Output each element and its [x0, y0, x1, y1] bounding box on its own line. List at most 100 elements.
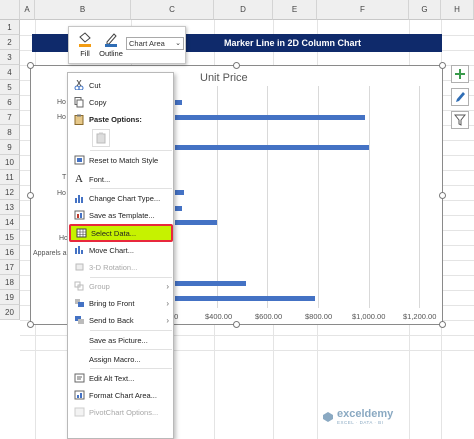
- move-chart-icon: [69, 242, 89, 258]
- bar[interactable]: [175, 220, 217, 225]
- menu-item-reset-style[interactable]: Reset to Match Style: [69, 152, 173, 168]
- x-tick-label: $1,200.00: [403, 312, 437, 321]
- chart-filters-button[interactable]: [451, 111, 469, 129]
- bar[interactable]: [175, 296, 315, 301]
- column-header-g[interactable]: G: [409, 0, 441, 20]
- alt-text-icon: [69, 370, 89, 386]
- menu-item-3d-rotation: 3-D Rotation...: [69, 259, 173, 275]
- x-tick-label: $600.00: [255, 312, 283, 321]
- filter-icon: [454, 114, 466, 126]
- column-header-f[interactable]: F: [317, 0, 409, 20]
- menu-item-save-picture[interactable]: Save as Picture...: [69, 332, 173, 348]
- menu-item-assign-macro[interactable]: Assign Macro...: [69, 351, 173, 367]
- column-header-b[interactable]: B: [35, 0, 131, 20]
- chart-title[interactable]: Unit Price: [200, 72, 248, 84]
- menu-item-move-chart[interactable]: Move Chart...: [69, 242, 173, 258]
- row-header[interactable]: 9: [0, 140, 20, 155]
- row-header[interactable]: 7: [0, 110, 20, 125]
- exceldemy-watermark: exceldemy EXCEL · DATA · BI: [322, 408, 393, 425]
- chevron-down-icon: ⌄: [175, 40, 181, 47]
- row-header[interactable]: 14: [0, 215, 20, 230]
- menu-item-font[interactable]: A Font...: [69, 171, 173, 187]
- row-header[interactable]: 11: [0, 170, 20, 185]
- x-tick-label: $800.00: [305, 312, 333, 321]
- resize-handle[interactable]: [233, 62, 240, 69]
- resize-handle[interactable]: [27, 192, 34, 199]
- row-header[interactable]: 18: [0, 275, 20, 290]
- bar[interactable]: [175, 100, 182, 105]
- row-header[interactable]: 3: [0, 50, 20, 65]
- resize-handle[interactable]: [233, 321, 240, 328]
- paste-button[interactable]: [92, 129, 110, 147]
- row-header[interactable]: 4: [0, 65, 20, 80]
- chart-element-dropdown[interactable]: Chart Area ⌄: [126, 37, 184, 50]
- pivotchart-icon: [69, 404, 89, 420]
- bar[interactable]: [175, 145, 369, 150]
- pen-icon: [105, 33, 117, 47]
- menu-item-change-chart-type[interactable]: Change Chart Type...: [69, 190, 173, 206]
- outline-label: Outline: [99, 49, 123, 58]
- y-category-label: Ho: [57, 190, 66, 197]
- row-header[interactable]: 17: [0, 260, 20, 275]
- fill-button[interactable]: Fill: [72, 30, 98, 62]
- exceldemy-logo-icon: [323, 411, 333, 422]
- resize-handle[interactable]: [439, 192, 446, 199]
- copy-icon: [69, 94, 89, 110]
- chevron-right-icon: ›: [166, 281, 169, 291]
- resize-handle[interactable]: [439, 62, 446, 69]
- chart-styles-button[interactable]: [451, 88, 469, 106]
- resize-handle[interactable]: [27, 321, 34, 328]
- plus-icon: [455, 69, 465, 79]
- row-header[interactable]: 2: [0, 35, 20, 50]
- menu-item-select-data[interactable]: Select Data...: [69, 224, 173, 242]
- menu-item-edit-alt-text[interactable]: Edit Alt Text...: [69, 370, 173, 386]
- y-category-label: T: [62, 174, 67, 181]
- scissors-icon: [69, 77, 89, 93]
- resize-handle[interactable]: [439, 321, 446, 328]
- row-header[interactable]: 1: [0, 20, 20, 35]
- row-header[interactable]: 13: [0, 200, 20, 215]
- format-area-icon: [69, 387, 89, 403]
- bar[interactable]: [175, 206, 182, 211]
- mini-toolbar: Fill Outline Chart Area ⌄: [68, 26, 186, 64]
- row-header[interactable]: 12: [0, 185, 20, 200]
- column-header-d[interactable]: D: [214, 0, 273, 20]
- row-header[interactable]: 19: [0, 290, 20, 305]
- column-header-c[interactable]: C: [131, 0, 214, 20]
- menu-item-group: Group ›: [69, 278, 173, 294]
- menu-item-format-chart-area[interactable]: Format Chart Area...: [69, 387, 173, 403]
- bar[interactable]: [175, 115, 365, 120]
- outline-button[interactable]: Outline: [98, 30, 124, 62]
- row-header[interactable]: 20: [0, 305, 20, 320]
- menu-item-bring-to-front[interactable]: Bring to Front ›: [69, 295, 173, 311]
- row-header[interactable]: 8: [0, 125, 20, 140]
- resize-handle[interactable]: [27, 62, 34, 69]
- group-icon: [69, 278, 89, 294]
- bar[interactable]: [175, 190, 184, 195]
- menu-item-copy[interactable]: Copy: [69, 94, 173, 110]
- brush-icon: [456, 92, 465, 102]
- paste-options-header: Paste Options:: [69, 111, 173, 127]
- row-header[interactable]: 15: [0, 230, 20, 245]
- column-header-a[interactable]: A: [20, 0, 35, 20]
- row-header[interactable]: 16: [0, 245, 20, 260]
- bar[interactable]: [175, 281, 246, 286]
- row-header[interactable]: 5: [0, 80, 20, 95]
- chart-elements-button[interactable]: [451, 65, 469, 83]
- y-category-label: Ho: [57, 114, 66, 121]
- template-icon: [69, 207, 89, 223]
- chart-element-value: Chart Area: [129, 39, 165, 48]
- menu-item-cut[interactable]: Cut: [69, 77, 173, 93]
- menu-item-send-to-back[interactable]: Send to Back ›: [69, 312, 173, 328]
- chevron-right-icon: ›: [166, 298, 169, 308]
- chevron-right-icon: ›: [166, 315, 169, 325]
- row-header[interactable]: 10: [0, 155, 20, 170]
- clipboard-icon: [69, 111, 89, 127]
- select-all-corner[interactable]: [0, 0, 20, 20]
- menu-item-save-template[interactable]: Save as Template...: [69, 207, 173, 223]
- font-icon: A: [75, 173, 83, 185]
- column-header-h[interactable]: H: [441, 0, 474, 20]
- column-header-e[interactable]: E: [273, 0, 317, 20]
- row-header[interactable]: 6: [0, 95, 20, 110]
- paste-icon: [96, 132, 106, 144]
